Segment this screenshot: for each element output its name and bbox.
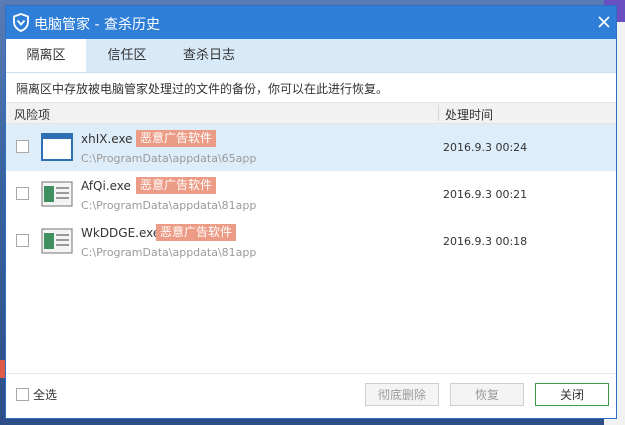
titlebar[interactable]: 电脑管家 - 查杀历史 xyxy=(6,6,616,39)
row-checkbox[interactable] xyxy=(16,140,29,153)
tab-bar: 隔离区 信任区 查杀日志 xyxy=(6,39,616,73)
application-file-icon xyxy=(41,181,73,207)
footer-divider xyxy=(6,373,616,374)
table-header: 风险项 处理时间 xyxy=(6,102,616,124)
tab-scan-log[interactable]: 查杀日志 xyxy=(168,39,250,72)
close-button[interactable]: 关闭 xyxy=(535,383,609,406)
file-name: AfQi.exe xyxy=(81,179,131,193)
row-checkbox[interactable] xyxy=(16,234,29,247)
process-time: 2016.9.3 00:24 xyxy=(443,141,528,154)
table-row[interactable]: AfQi.exe 恶意广告软件 C:\ProgramData\appdata\8… xyxy=(6,171,616,218)
threat-tag: 恶意广告软件 xyxy=(156,224,237,241)
select-all-checkbox[interactable] xyxy=(16,388,29,401)
header-divider[interactable] xyxy=(438,105,439,121)
file-name: xhIX.exe xyxy=(81,132,133,146)
delete-permanently-button[interactable]: 彻底删除 xyxy=(365,383,439,406)
tab-quarantine[interactable]: 隔离区 xyxy=(6,39,86,72)
file-name: WkDDGE.exe xyxy=(81,226,161,240)
shield-icon xyxy=(13,13,29,32)
row-checkbox[interactable] xyxy=(16,187,29,200)
header-risk-item: 风险项 xyxy=(14,108,51,122)
application-file-icon xyxy=(41,228,73,254)
quarantine-description: 隔离区中存放被电脑管家处理过的文件的备份，你可以在此进行恢复。 xyxy=(16,82,389,96)
tab-trusted[interactable]: 信任区 xyxy=(86,39,168,72)
file-path: C:\ProgramData\appdata\81app xyxy=(81,199,257,212)
scan-history-window: 电脑管家 - 查杀历史 隔离区 信任区 查杀日志 隔离区中存放被电脑管家处理过的… xyxy=(5,5,617,419)
process-time: 2016.9.3 00:18 xyxy=(443,235,528,248)
window-file-icon xyxy=(41,133,73,161)
process-time: 2016.9.3 00:21 xyxy=(443,188,528,201)
threat-tag: 恶意广告软件 xyxy=(136,130,217,147)
close-icon[interactable] xyxy=(594,12,614,32)
restore-button[interactable]: 恢复 xyxy=(450,383,524,406)
table-row[interactable]: xhIX.exe 恶意广告软件 C:\ProgramData\appdata\6… xyxy=(6,124,616,171)
header-process-time: 处理时间 xyxy=(445,108,494,122)
threat-tag: 恶意广告软件 xyxy=(136,177,217,194)
select-all-label[interactable]: 全选 xyxy=(33,386,57,403)
table-row[interactable]: WkDDGE.exe 恶意广告软件 C:\ProgramData\appdata… xyxy=(6,218,616,265)
window-title: 电脑管家 - 查杀历史 xyxy=(34,17,160,33)
file-path: C:\ProgramData\appdata\65app xyxy=(81,152,257,165)
file-path: C:\ProgramData\appdata\81app xyxy=(81,246,257,259)
